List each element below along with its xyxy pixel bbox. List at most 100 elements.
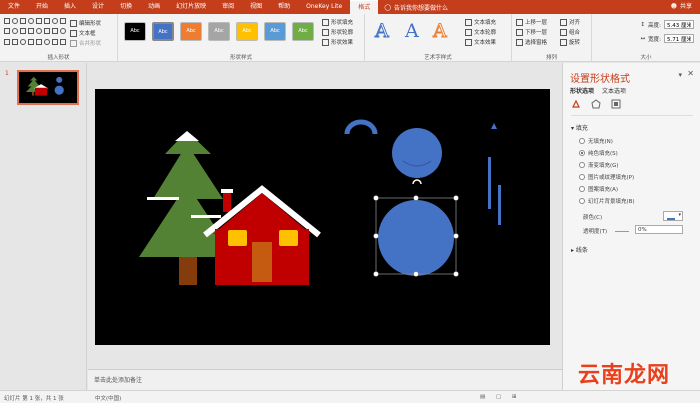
shape-icon[interactable]	[60, 18, 66, 24]
height-input[interactable]	[664, 20, 694, 29]
tab-animations[interactable]: 动画	[140, 0, 168, 14]
send-backward-button[interactable]: 下移一层	[516, 28, 547, 36]
merge-shapes-button[interactable]: 合并形状	[70, 39, 101, 47]
width-input[interactable]	[664, 34, 694, 43]
tab-home[interactable]: 开始	[28, 0, 56, 14]
tab-onekey[interactable]: OneKey Lite	[298, 0, 350, 14]
share-button[interactable]: ☻ 共享	[671, 0, 692, 14]
shape-icon[interactable]	[52, 28, 58, 35]
shape-icon[interactable]	[36, 38, 42, 45]
shape-icon[interactable]	[44, 18, 50, 24]
line-section-header[interactable]: ▸ 线条	[571, 245, 588, 254]
shape-icon[interactable]	[20, 38, 26, 45]
resize-handle[interactable]	[373, 271, 379, 277]
tab-insert[interactable]: 插入	[56, 0, 84, 14]
shape-effects-button[interactable]: 形状效果	[322, 38, 353, 46]
shape-icon[interactable]	[52, 38, 58, 45]
small-triangle[interactable]	[491, 123, 497, 129]
shape-icon[interactable]	[36, 18, 42, 24]
shape-icon[interactable]	[20, 18, 26, 24]
shape-icon[interactable]	[28, 18, 34, 24]
radio-button[interactable]	[579, 162, 585, 168]
fill-option-none[interactable]: 无填充(N)	[579, 137, 613, 145]
text-box-button[interactable]: 文本框	[70, 29, 96, 37]
resize-handle[interactable]	[453, 271, 459, 277]
fill-option-gradient[interactable]: 渐变填充(G)	[579, 161, 619, 169]
notes-toggle-icon[interactable]: ▤	[480, 394, 485, 400]
house-chimney[interactable]	[223, 192, 231, 212]
resize-handle[interactable]	[453, 233, 459, 239]
resize-handle[interactable]	[453, 195, 459, 201]
shape-icon[interactable]	[12, 28, 18, 35]
shape-gallery[interactable]	[4, 18, 66, 48]
house-door[interactable]	[252, 242, 272, 282]
text-outline-button[interactable]: 文本轮廓	[465, 28, 496, 36]
style-swatch-lightblue[interactable]: Abc	[264, 22, 286, 41]
snowman-hat-arc[interactable]	[344, 119, 378, 135]
shape-icon[interactable]	[20, 28, 26, 35]
notes-pane[interactable]: 单击此处添加备注	[88, 369, 562, 390]
style-swatch-gray[interactable]: Abc	[208, 22, 230, 41]
tab-transitions[interactable]: 切换	[112, 0, 140, 14]
color-picker-button[interactable]: ▾	[663, 211, 683, 221]
shape-outline-button[interactable]: 形状轮廓	[322, 28, 353, 36]
shape-fill-button[interactable]: 形状填充	[322, 18, 353, 26]
shape-icon[interactable]	[4, 38, 10, 45]
size-properties-icon[interactable]	[611, 99, 621, 109]
shape-icon[interactable]	[12, 38, 18, 45]
sorter-view-icon[interactable]: ⊞	[512, 394, 517, 400]
align-button[interactable]: 对齐	[560, 18, 580, 26]
slide-thumbnail[interactable]	[17, 70, 79, 105]
resize-handle[interactable]	[413, 195, 419, 201]
wordart-style-blue[interactable]: A	[405, 20, 419, 42]
resize-handle[interactable]	[373, 195, 379, 201]
tab-review[interactable]: 审阅	[214, 0, 242, 14]
snowman-body[interactable]	[378, 200, 454, 276]
effects-pentagon-icon[interactable]	[591, 99, 601, 109]
tab-text-options[interactable]: 文本选项	[602, 86, 626, 95]
pane-options-icon[interactable]: ▾	[678, 71, 682, 79]
tab-file[interactable]: 文件	[0, 0, 28, 14]
fill-option-solid[interactable]: 纯色填充(S)	[579, 149, 618, 157]
style-swatch-blue[interactable]: Abc	[152, 22, 174, 41]
transparency-slider[interactable]	[615, 231, 629, 232]
shape-icon[interactable]	[36, 28, 42, 35]
shape-icon[interactable]	[60, 28, 66, 35]
style-swatch-gold[interactable]: Abc	[236, 22, 258, 41]
edit-shape-button[interactable]: 编辑形状	[70, 19, 101, 27]
shape-icon[interactable]	[28, 38, 34, 45]
style-swatch-black[interactable]: Abc	[124, 22, 146, 41]
snowman-head[interactable]	[392, 128, 442, 178]
selection-pane-button[interactable]: 选择窗格	[516, 38, 547, 46]
fill-option-pattern[interactable]: 图案填充(A)	[579, 185, 618, 193]
shape-icon[interactable]	[44, 38, 50, 45]
style-swatch-green[interactable]: Abc	[292, 22, 314, 41]
rotate-button[interactable]: 旋转	[560, 38, 580, 46]
house-window-left[interactable]	[228, 230, 247, 246]
text-effects-button[interactable]: 文本效果	[465, 38, 496, 46]
group-button[interactable]: 组合	[560, 28, 580, 36]
fill-option-picture[interactable]: 图片或纹理填充(P)	[579, 173, 634, 181]
tab-design[interactable]: 设计	[84, 0, 112, 14]
house-window-right[interactable]	[279, 230, 298, 246]
resize-handle[interactable]	[373, 233, 379, 239]
shape-icon[interactable]	[4, 18, 10, 24]
normal-view-icon[interactable]: ▢	[496, 394, 501, 400]
shape-icon[interactable]	[28, 28, 34, 35]
shape-icon[interactable]	[4, 28, 10, 35]
radio-button[interactable]	[579, 174, 585, 180]
radio-button[interactable]	[579, 138, 585, 144]
tab-shape-options[interactable]: 形状选项	[570, 86, 594, 95]
shape-icon[interactable]	[60, 38, 66, 45]
bring-forward-button[interactable]: 上移一层	[516, 18, 547, 26]
text-fill-button[interactable]: 文本填充	[465, 18, 496, 26]
fill-line-icon[interactable]	[571, 99, 581, 109]
tell-me-box[interactable]: ◯ 告诉我你想要做什么	[384, 3, 448, 12]
shape-icon[interactable]	[44, 28, 50, 35]
wordart-style-orange[interactable]: A	[433, 20, 448, 43]
wordart-style-outline[interactable]: A	[375, 20, 390, 43]
tree-trunk[interactable]	[179, 257, 197, 285]
shape-icon[interactable]	[52, 18, 58, 24]
close-icon[interactable]: ✕	[687, 69, 694, 78]
tab-view[interactable]: 视图	[242, 0, 270, 14]
